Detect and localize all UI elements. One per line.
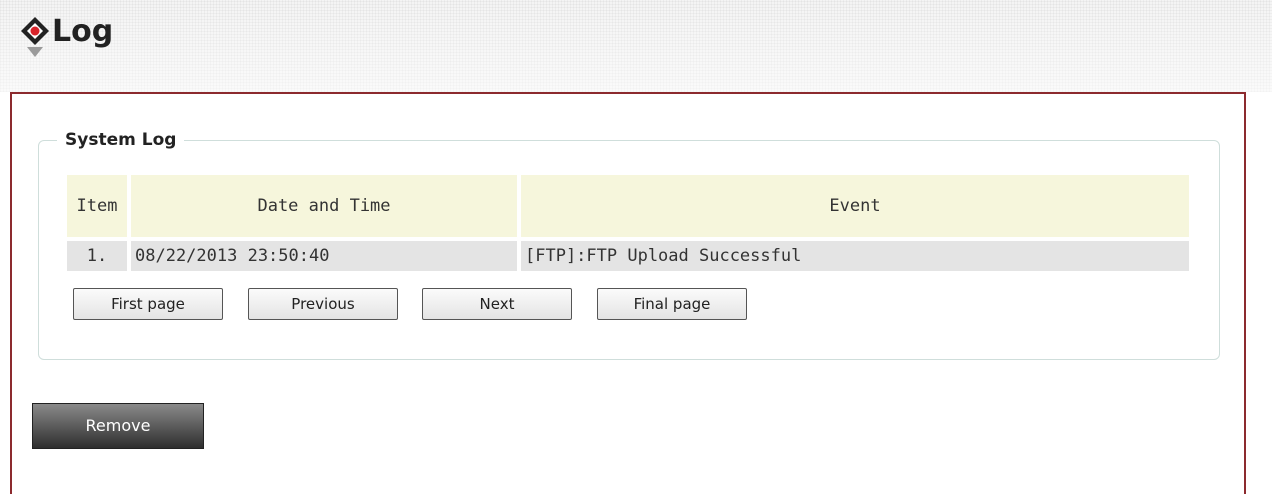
remove-button[interactable]: Remove	[32, 403, 204, 449]
column-header-event: Event	[521, 175, 1189, 237]
cell-event: [FTP]:FTP Upload Successful	[521, 237, 1189, 271]
page-header: Log	[0, 0, 1272, 92]
log-panel: System Log Item Date and Time Event 1. 0…	[10, 92, 1246, 494]
page-title: Log	[52, 14, 114, 49]
final-page-button[interactable]: Final page	[597, 288, 747, 320]
first-page-button[interactable]: First page	[73, 288, 223, 320]
system-log-fieldset: System Log Item Date and Time Event 1. 0…	[38, 128, 1220, 360]
previous-button[interactable]: Previous	[248, 288, 398, 320]
next-button[interactable]: Next	[422, 288, 572, 320]
column-header-date-time: Date and Time	[131, 175, 517, 237]
cell-item: 1.	[67, 237, 127, 271]
table-header-row: Item Date and Time Event	[67, 175, 1189, 237]
column-header-item: Item	[67, 175, 127, 237]
cell-date-time: 08/22/2013 23:50:40	[131, 237, 517, 271]
system-log-table: Item Date and Time Event 1. 08/22/2013 2…	[63, 175, 1193, 271]
table-row: 1. 08/22/2013 23:50:40 [FTP]:FTP Upload …	[67, 237, 1189, 271]
system-log-legend: System Log	[57, 128, 185, 152]
logo-icon	[21, 17, 49, 57]
